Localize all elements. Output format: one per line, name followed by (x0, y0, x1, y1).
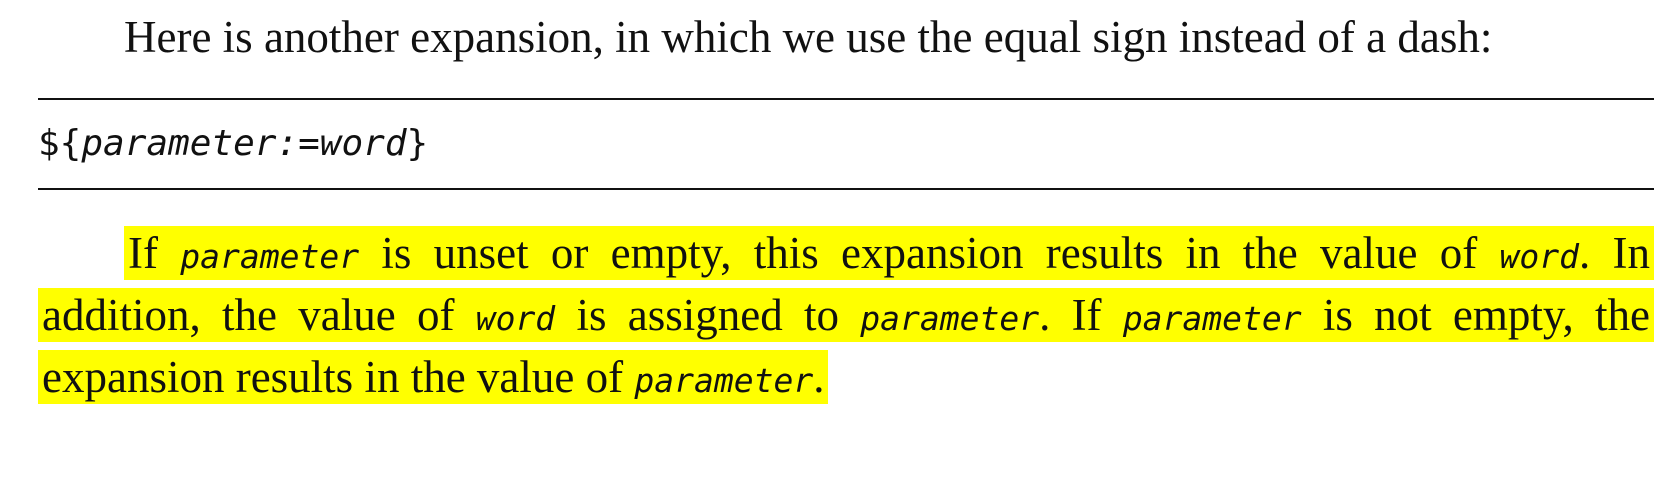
text-segment: If (128, 228, 181, 278)
document-page: Here is another expansion, in which we u… (38, 8, 1654, 410)
text-segment: . If (1039, 290, 1123, 340)
explanation-paragraph: If parameter is unset or empty, this exp… (38, 224, 1654, 410)
code-term: parameter (180, 237, 360, 276)
highlighted-text: If parameter is unset or empty, this exp… (38, 226, 1654, 404)
code-term: parameter (860, 299, 1040, 338)
code-term: word (475, 299, 556, 338)
text-segment: is unset or empty, this expansion result… (359, 228, 1500, 278)
code-term: parameter (634, 361, 814, 400)
syntax-prefix: ${ (38, 123, 82, 164)
code-term: word (1499, 237, 1579, 276)
syntax-operator: := (276, 123, 320, 164)
text-segment: . (813, 352, 825, 402)
syntax-line: ${parameter:=word} (38, 100, 1654, 188)
syntax-word: word (319, 123, 407, 164)
code-term: parameter (1122, 299, 1302, 338)
syntax-param: parameter (81, 123, 277, 164)
syntax-suffix: } (406, 123, 429, 164)
text-segment: is assigned to (555, 290, 861, 340)
bottom-rule (38, 188, 1654, 190)
intro-paragraph: Here is another expansion, in which we u… (124, 12, 1493, 62)
